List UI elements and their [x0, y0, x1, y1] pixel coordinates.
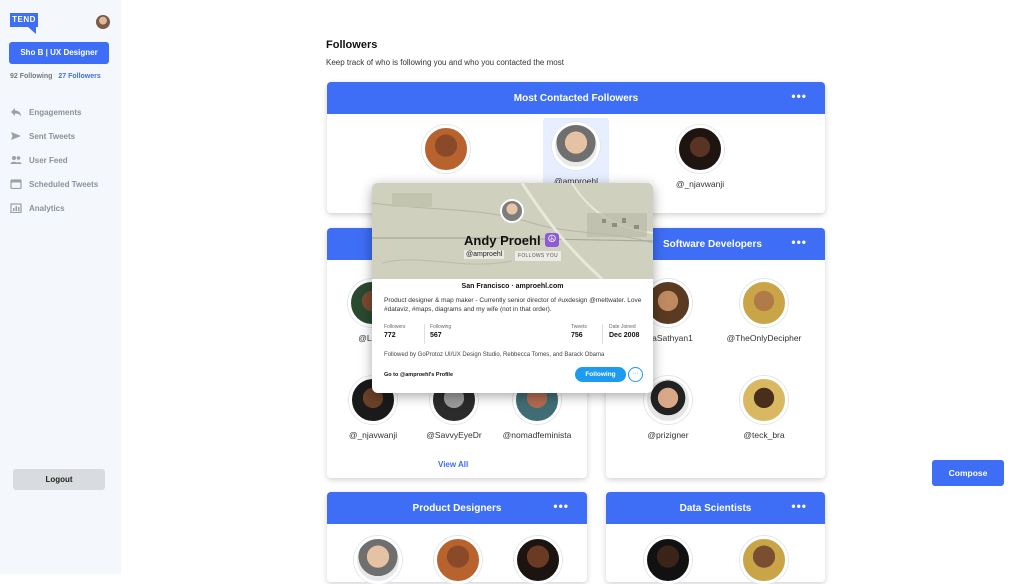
profile-name: Andy Proehl — [464, 233, 541, 248]
stat-label: Following — [430, 324, 452, 330]
go-to-profile-link[interactable]: Go to @amproehl's Profile — [384, 372, 453, 378]
stat-label: Followers — [384, 324, 406, 330]
sidebar-item-label: Sent Tweets — [29, 131, 76, 141]
follower-item[interactable] — [628, 536, 708, 584]
view-all-link[interactable]: View All — [438, 460, 468, 469]
app-logo[interactable]: TEND — [10, 13, 40, 34]
compose-button[interactable]: Compose — [932, 460, 1004, 486]
follower-item[interactable]: @amproehl — [536, 122, 616, 187]
follower-item[interactable] — [406, 125, 486, 179]
sidebar-item-sent-tweets[interactable]: Sent Tweets — [10, 124, 98, 148]
card-header: Most Contacted Followers ••• — [327, 82, 825, 114]
sidebar: TEND Sho B | UX Designer 92 Following 27… — [0, 0, 121, 574]
follows-you-badge: FOLLOWS YOU — [515, 251, 561, 261]
follower-handle: @_njavwanji — [675, 179, 725, 189]
user-account-button[interactable]: Sho B | UX Designer — [9, 42, 109, 64]
card-title: Data Scientists — [679, 502, 752, 514]
stat-following: Following 567 — [430, 324, 451, 339]
logo-text: TEND — [10, 13, 38, 27]
profile-popup: Andy Proehl ☮ @amproehl FOLLOWS YOU San … — [372, 183, 653, 393]
avatar — [354, 536, 402, 584]
follower-item[interactable] — [418, 536, 498, 584]
sidebar-item-analytics[interactable]: Analytics — [10, 196, 98, 220]
followers-count[interactable]: 27 Followers — [58, 73, 100, 80]
profile-handle: @amproehl — [464, 250, 505, 259]
divider — [424, 324, 425, 344]
sidebar-nav: Engagements Sent Tweets User Feed Schedu… — [10, 100, 98, 220]
avatar — [740, 376, 788, 424]
peace-icon: ☮ — [545, 233, 559, 247]
stat-value: 567 — [430, 332, 442, 339]
stat-label: Tweets — [571, 324, 587, 330]
sidebar-item-label: Engagements — [29, 107, 82, 117]
stat-value: 772 — [384, 332, 396, 339]
avatar[interactable] — [96, 15, 110, 29]
page-title: Followers — [326, 39, 378, 51]
stat-tweets: Tweets 756 — [571, 324, 587, 339]
follower-item[interactable]: @_njavwanji — [660, 125, 740, 190]
follower-handle: @nomadfeminista — [502, 430, 572, 440]
reply-icon — [10, 107, 22, 117]
follower-item[interactable] — [498, 536, 578, 584]
stat-value: Dec 2008 — [609, 332, 640, 339]
logo-tail — [28, 27, 36, 34]
card-header: Data Scientists ••• — [606, 492, 825, 524]
follower-item[interactable]: @teck_bra — [724, 376, 804, 441]
follower-handle: @TheOnlyDecipher — [726, 333, 802, 343]
more-options-icon[interactable]: ••• — [791, 90, 807, 102]
profile-location: San Francisco · amproehl.com — [461, 283, 564, 290]
profile-bio: Product designer & map maker - Currently… — [384, 297, 642, 313]
users-icon — [10, 155, 22, 165]
avatar — [644, 536, 692, 584]
more-options-icon[interactable]: ••• — [553, 500, 569, 512]
follow-stats: 92 Following 27 Followers — [10, 73, 101, 80]
follower-handle: @_njavwanji — [348, 430, 398, 440]
sidebar-item-user-feed[interactable]: User Feed — [10, 148, 98, 172]
stat-followers: Followers 772 — [384, 324, 405, 339]
analytics-icon — [10, 203, 22, 214]
card-title: Software Developers — [663, 238, 762, 250]
avatar — [740, 536, 788, 584]
followed-by-text: Followed by GoProtoz UI/UX Design Studio… — [384, 352, 605, 358]
follower-item[interactable]: @TheOnlyDecipher — [724, 279, 804, 344]
card-title: Most Contacted Followers — [513, 92, 639, 104]
avatar — [514, 536, 562, 584]
follower-item[interactable] — [724, 536, 804, 584]
avatar — [740, 279, 788, 327]
avatar — [422, 125, 470, 173]
avatar — [676, 125, 724, 173]
follower-handle: @teck_bra — [743, 430, 785, 440]
sidebar-item-label: User Feed — [29, 155, 68, 165]
stat-label: Date Joined — [609, 324, 636, 330]
profile-banner-map — [372, 183, 653, 279]
calendar-icon — [10, 179, 22, 190]
stat-date-joined: Date Joined Dec 2008 — [609, 324, 639, 339]
follower-handle: @SavvyEyeDr — [426, 430, 482, 440]
follower-item[interactable] — [338, 536, 418, 584]
sidebar-item-scheduled-tweets[interactable]: Scheduled Tweets — [10, 172, 98, 196]
more-options-button[interactable]: ··· — [628, 367, 643, 382]
card-title: Product Designers — [412, 502, 502, 514]
avatar[interactable] — [500, 199, 524, 223]
card-header: Product Designers ••• — [327, 492, 587, 524]
avatar — [434, 536, 482, 584]
page-subtitle: Keep track of who is following you and w… — [326, 58, 564, 67]
sidebar-item-label: Analytics — [29, 203, 65, 213]
send-icon — [10, 131, 22, 141]
sidebar-item-engagements[interactable]: Engagements — [10, 100, 98, 124]
following-count[interactable]: 92 Following — [10, 73, 52, 80]
avatar — [552, 122, 600, 170]
profile-stats: Followers 772 Following 567 Tweets 756 D… — [384, 324, 644, 348]
stat-value: 756 — [571, 332, 583, 339]
more-options-icon[interactable]: ••• — [791, 500, 807, 512]
follower-handle: @prizigner — [647, 430, 689, 440]
following-button[interactable]: Following — [575, 367, 626, 382]
logout-button[interactable]: Logout — [13, 469, 105, 490]
divider — [602, 324, 603, 344]
sidebar-item-label: Scheduled Tweets — [29, 179, 99, 189]
more-options-icon[interactable]: ••• — [791, 236, 807, 248]
